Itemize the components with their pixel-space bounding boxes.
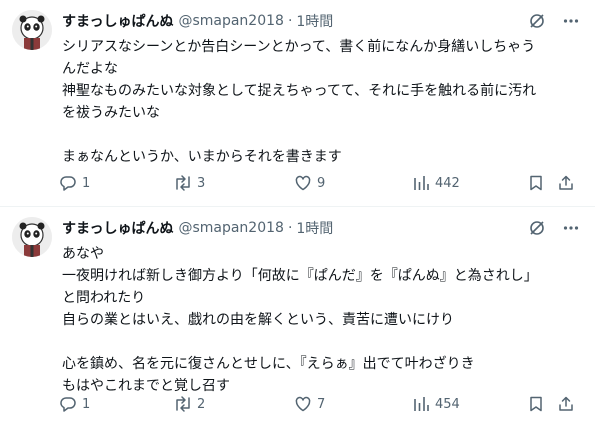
- views-icon: [411, 394, 431, 414]
- tweet-text-line: あなや: [62, 246, 104, 262]
- tweet-actions: 1 2 7 454: [58, 393, 588, 415]
- user-handle[interactable]: @smapan2018: [178, 220, 283, 236]
- tweet[interactable]: すまっしゅぱんぬ @smapan2018 · 1時間 シリアスなシーンとか告白シ…: [0, 0, 595, 206]
- repost-button[interactable]: 3: [173, 172, 205, 194]
- bookmark-button[interactable]: [526, 172, 546, 194]
- views-button[interactable]: 454: [411, 393, 460, 415]
- grok-icon[interactable]: [527, 218, 547, 238]
- panda-avatar-icon: [12, 217, 52, 257]
- avatar[interactable]: [12, 10, 52, 50]
- views-button[interactable]: 442: [411, 172, 460, 194]
- tweet-text-line: 一夜明ければ新しき御方より「何故に『ぱんだ』を『ぱんぬ』と為されし」: [62, 268, 538, 284]
- tweet-actions: 1 3 9 442: [58, 172, 588, 194]
- tweet-text-line: と問われたり: [62, 290, 146, 306]
- repost-button[interactable]: 2: [173, 393, 205, 415]
- tweet-text-line: 自らの業とはいえ、戯れの由を解くという、責苦に遭いにけり: [62, 312, 454, 328]
- repost-count: 3: [197, 175, 206, 191]
- like-count: 9: [317, 175, 326, 191]
- timestamp[interactable]: 1時間: [296, 218, 333, 238]
- heart-icon: [293, 173, 313, 193]
- reply-icon: [58, 394, 78, 414]
- repost-icon: [173, 394, 193, 414]
- avatar[interactable]: [12, 217, 52, 257]
- views-count: 442: [435, 175, 460, 191]
- tweet-text-line: んだよな: [62, 61, 118, 77]
- reply-button[interactable]: 1: [58, 393, 90, 415]
- views-count: 454: [435, 396, 460, 412]
- separator-dot: ·: [287, 220, 293, 236]
- tweet-text-line: を祓うみたいな: [62, 105, 160, 121]
- heart-icon: [293, 394, 313, 414]
- display-name[interactable]: すまっしゅぱんぬ: [62, 11, 173, 31]
- timestamp[interactable]: 1時間: [296, 11, 333, 31]
- display-name[interactable]: すまっしゅぱんぬ: [62, 218, 173, 238]
- views-icon: [411, 173, 431, 193]
- separator-dot: ·: [287, 13, 293, 29]
- bookmark-button[interactable]: [526, 393, 546, 415]
- share-button[interactable]: [556, 393, 576, 415]
- reply-button[interactable]: 1: [58, 172, 90, 194]
- tweet-text-line: シリアスなシーンとか告白シーンとかって、書く前になんか身繕いしちゃう: [62, 39, 536, 55]
- more-icon[interactable]: [561, 11, 581, 31]
- bookmark-icon: [526, 173, 546, 193]
- tweet[interactable]: すまっしゅぱんぬ @smapan2018 · 1時間 あなや 一夜明ければ新しき…: [0, 206, 595, 426]
- reply-count: 1: [82, 175, 91, 191]
- like-button[interactable]: 7: [293, 393, 325, 415]
- more-icon[interactable]: [561, 218, 581, 238]
- tweet-text-line: 神聖なものみたいな対象として捉えちゃってて、それに手を触れる前に汚れ: [62, 83, 537, 99]
- reply-count: 1: [82, 396, 91, 412]
- share-icon: [556, 394, 576, 414]
- tweet-text-line: 心を鎮め、名を元に復さんとせしに、『えらぁ』出でて叶わざりき: [62, 356, 475, 372]
- tweet-text-line: まぁなんというか、いまからそれを書きます: [62, 149, 342, 165]
- share-button[interactable]: [556, 172, 576, 194]
- reply-icon: [58, 173, 78, 193]
- repost-count: 2: [197, 396, 206, 412]
- repost-icon: [173, 173, 193, 193]
- share-icon: [556, 173, 576, 193]
- tweet-text: あなや 一夜明ければ新しき御方より「何故に『ぱんだ』を『ぱんぬ』と為されし」 と…: [62, 243, 582, 397]
- bookmark-icon: [526, 394, 546, 414]
- tweet-text: シリアスなシーンとか告白シーンとかって、書く前になんか身繕いしちゃう んだよな …: [62, 36, 582, 168]
- user-handle[interactable]: @smapan2018: [178, 13, 283, 29]
- like-count: 7: [317, 396, 326, 412]
- like-button[interactable]: 9: [293, 172, 325, 194]
- grok-icon[interactable]: [527, 11, 547, 31]
- panda-avatar-icon: [12, 10, 52, 50]
